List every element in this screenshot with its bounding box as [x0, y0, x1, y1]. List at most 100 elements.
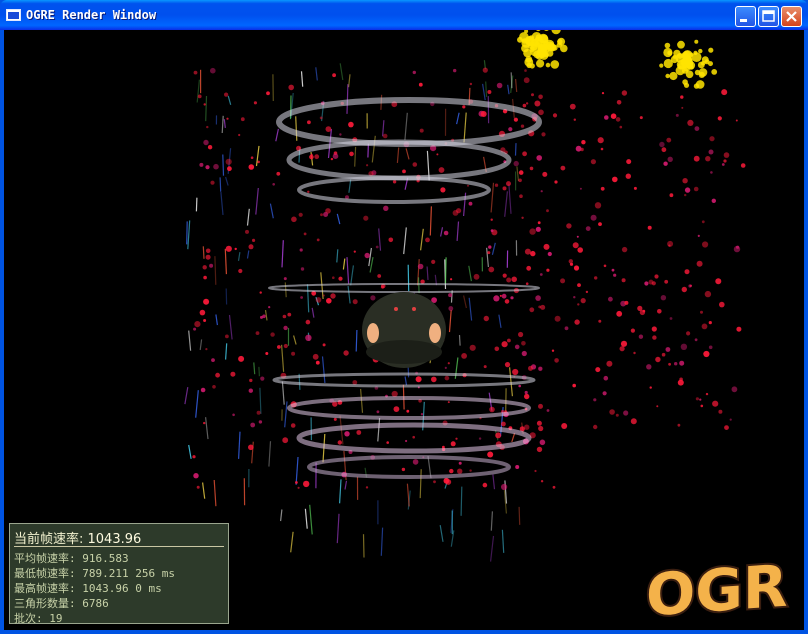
- minimize-button[interactable]: [735, 6, 756, 27]
- particle-dot: [488, 245, 492, 249]
- render-viewport[interactable]: 当前帧速率: 1043.96 平均帧速率: 916.583 最低帧速率: 789…: [4, 30, 804, 630]
- ogre-render-window: OGRE Render Window 当前帧速率: 1043.96 平均帧速率:…: [0, 0, 808, 634]
- particle-streaks: [184, 60, 524, 562]
- particle-dot: [654, 274, 659, 279]
- maximize-button[interactable]: [758, 6, 779, 27]
- particle-dot: [693, 186, 699, 192]
- window-icon[interactable]: [6, 9, 21, 21]
- particle-dot: [590, 214, 597, 221]
- particle-streak: [509, 367, 513, 397]
- particle-dot: [240, 117, 245, 122]
- particle-dot: [646, 364, 652, 370]
- particle-dot: [524, 69, 527, 72]
- particle-dot: [332, 276, 335, 279]
- particle-dot: [538, 305, 542, 309]
- particle-dot: [512, 368, 519, 376]
- particle-dot: [415, 376, 422, 383]
- particle-streak: [460, 486, 463, 516]
- particle-dot: [543, 243, 550, 250]
- particle-dot: [644, 281, 649, 286]
- batch-count-row: 批次: 19: [14, 610, 63, 626]
- particle-dot: [514, 344, 520, 350]
- particle-dot: [573, 296, 576, 299]
- particle-dot: [615, 117, 621, 122]
- particle-dot: [283, 325, 288, 331]
- particle-dot: [684, 193, 687, 197]
- particle-dot: [580, 147, 584, 152]
- particle-dot: [657, 309, 662, 314]
- close-icon: [782, 11, 801, 29]
- particle-streak: [342, 258, 346, 270]
- particle-dot: [521, 216, 524, 219]
- particle-streak: [213, 479, 217, 507]
- particle-streak: [369, 256, 374, 273]
- particle-streak: [188, 444, 192, 459]
- max-fps-value: 1043.96 0 ms: [82, 582, 162, 595]
- particle-streak: [485, 81, 488, 97]
- yellow-particle: [533, 50, 541, 59]
- particle-dot: [250, 422, 256, 428]
- close-button[interactable]: [781, 6, 802, 27]
- particle-dot: [202, 265, 207, 270]
- particle-dot: [513, 160, 519, 167]
- particle-streak: [280, 509, 283, 522]
- particle-dot: [203, 275, 207, 280]
- particle-streak: [220, 192, 224, 215]
- particle-dot: [252, 238, 256, 242]
- particle-dot: [708, 149, 714, 155]
- particle-dot: [467, 184, 469, 187]
- title-bar[interactable]: OGRE Render Window: [0, 0, 808, 30]
- particle-dot: [238, 133, 241, 137]
- particle-dot: [680, 95, 684, 99]
- particle-dot: [525, 102, 529, 105]
- particle-dot: [406, 409, 410, 413]
- particle-dot: [448, 293, 453, 298]
- particle-dot: [272, 183, 276, 186]
- particle-dot: [630, 418, 637, 425]
- particle-dot: [489, 406, 495, 413]
- particle-dot: [569, 103, 576, 110]
- particle-dot: [652, 335, 657, 340]
- particle-dot: [564, 326, 569, 331]
- particle-streak: [501, 529, 505, 553]
- particle-dot: [447, 401, 450, 404]
- yellow-particle: [693, 83, 700, 89]
- particle-streak: [339, 479, 342, 504]
- particle-dot: [197, 94, 202, 99]
- yellow-particle: [543, 40, 549, 46]
- particle-dot: [194, 321, 201, 328]
- particle-dot: [626, 159, 632, 165]
- particle-streak: [214, 256, 217, 285]
- particle-dot: [664, 279, 669, 284]
- particle-dot: [440, 187, 446, 193]
- particle-dot: [621, 246, 628, 253]
- particle-dot: [615, 413, 619, 417]
- particle-dot: [248, 444, 254, 451]
- particle-streak: [490, 182, 495, 213]
- particle-dot: [348, 121, 354, 128]
- particle-dot: [506, 277, 512, 283]
- particle-dot: [412, 162, 418, 167]
- yellow-particle: [683, 82, 690, 88]
- particle-dot: [510, 296, 514, 300]
- particle-dot: [288, 84, 295, 91]
- particle-streak: [456, 221, 460, 241]
- particle-dot: [494, 183, 499, 187]
- particle-dot: [488, 266, 495, 273]
- particle-streak: [284, 401, 288, 428]
- particle-dot: [262, 314, 266, 319]
- particle-dot: [579, 187, 582, 190]
- particle-dot: [709, 136, 715, 142]
- avg-fps-value: 916.583: [82, 552, 129, 565]
- particle-dot: [462, 105, 466, 109]
- particle-streak: [315, 67, 318, 81]
- max-fps-row: 最高帧速率: 1043.96 0 ms: [14, 580, 162, 596]
- particle-dot: [295, 481, 298, 484]
- particle-streak: [225, 176, 229, 186]
- particle-streak: [348, 74, 351, 88]
- particle-dot: [316, 238, 320, 242]
- particle-streak: [468, 265, 472, 282]
- particle-dot: [603, 375, 609, 381]
- particle-dot: [322, 294, 325, 297]
- particle-streak: [223, 119, 226, 128]
